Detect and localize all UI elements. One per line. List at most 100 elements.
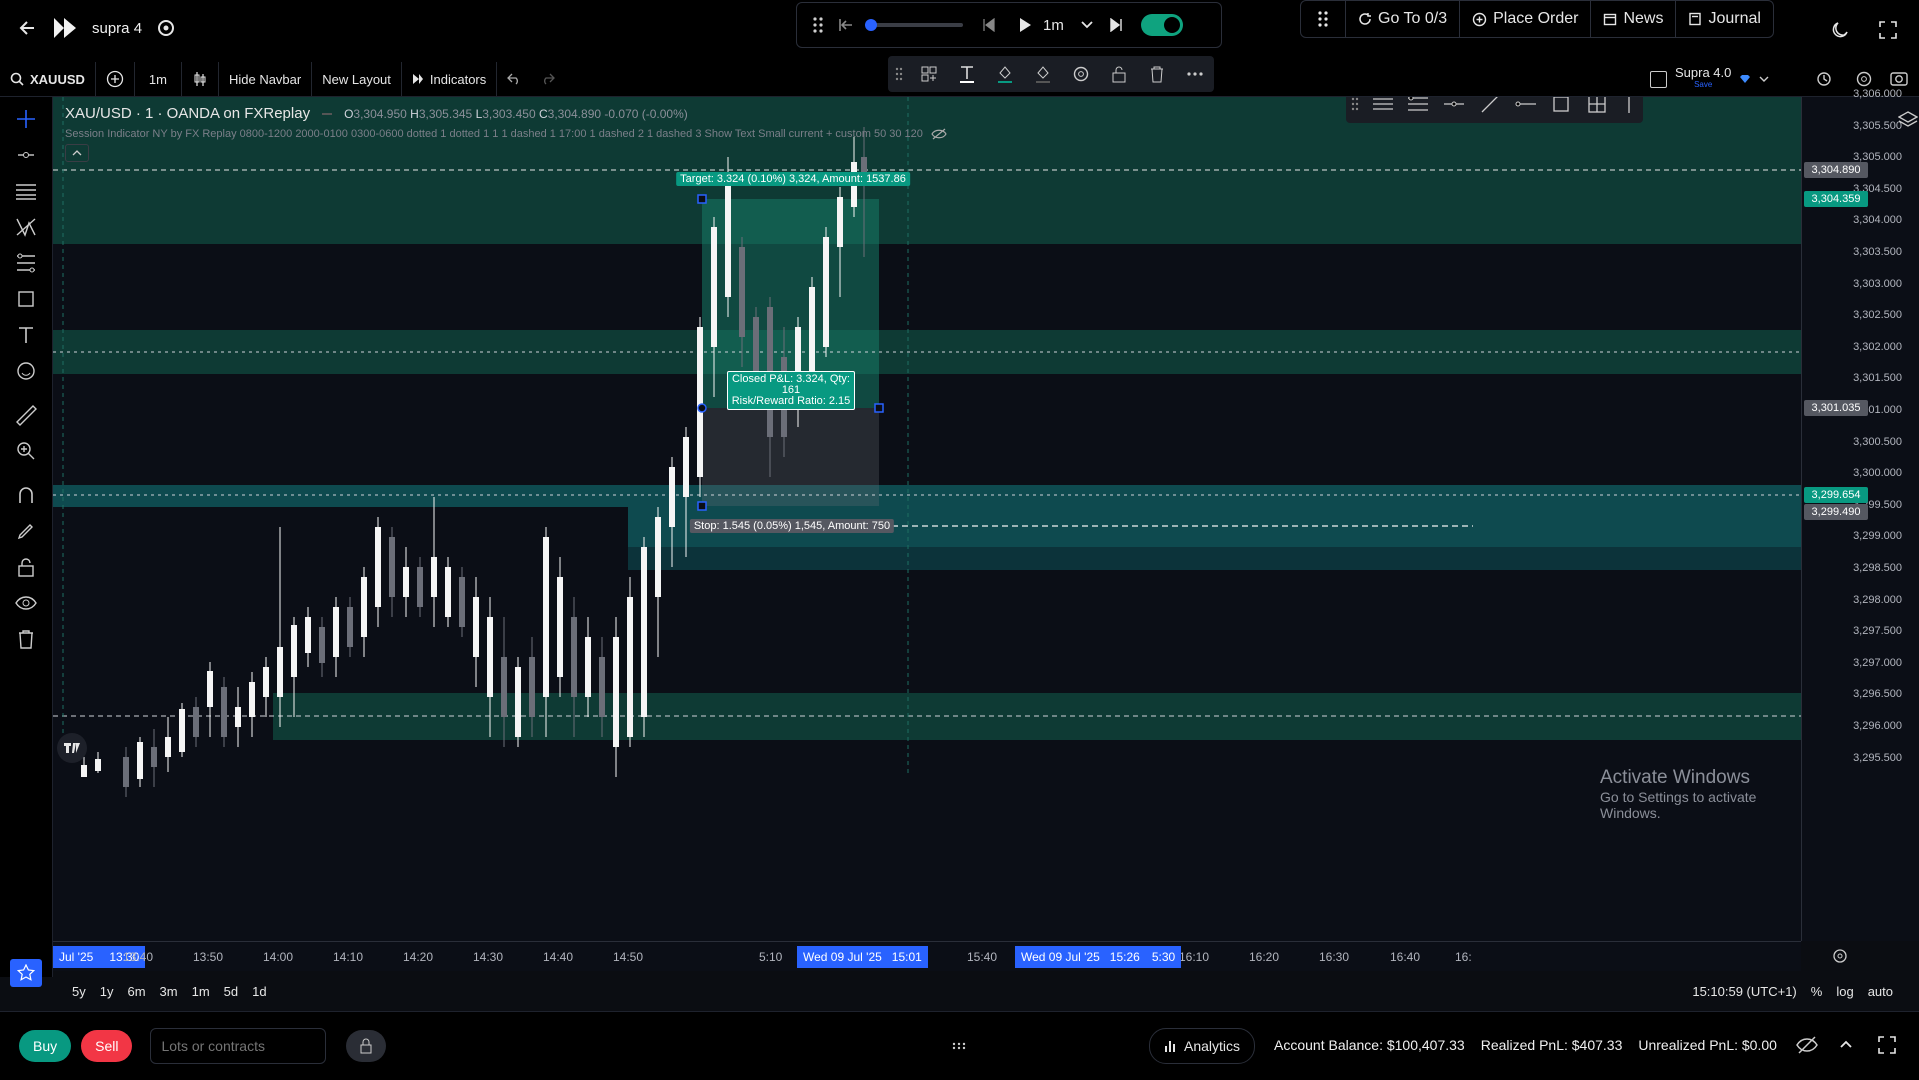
time-axis[interactable]: Jul '25 13:30 13:40 13:50 14:00 14:10 14:20 1… — [53, 941, 1847, 972]
range-button-5y[interactable]: 5y — [65, 984, 93, 999]
apps-grid-icon[interactable] — [1301, 1, 1346, 37]
place-order-button[interactable]: Place Order — [1460, 1, 1592, 37]
emoji-icon[interactable] — [0, 353, 52, 389]
range-button-3m[interactable]: 3m — [153, 984, 185, 999]
redo-icon[interactable] — [531, 62, 565, 96]
add-symbol-icon[interactable] — [96, 62, 135, 96]
clock[interactable]: 15:10:59 (UTC+1) — [1692, 984, 1796, 999]
range-button-6m[interactable]: 6m — [120, 984, 152, 999]
magnet-icon[interactable] — [0, 477, 52, 513]
trend-line-icon[interactable] — [0, 137, 52, 173]
workspace-name[interactable]: supra 4 — [92, 20, 142, 37]
hide-navbar-button[interactable]: Hide Navbar — [219, 62, 313, 96]
jump-start-icon[interactable] — [833, 18, 859, 32]
fib-tool-icon[interactable] — [0, 245, 52, 281]
range-button-1y[interactable]: 1y — [93, 984, 121, 999]
stop-label[interactable]: Stop: 1.545 (0.05%) 1,545, Amount: 750 — [689, 519, 895, 533]
zoom-in-icon[interactable] — [0, 433, 52, 469]
remove-drawings-trash-icon[interactable] — [0, 621, 52, 657]
rectangle-tool-icon[interactable] — [0, 281, 52, 317]
interval-button[interactable]: 1m — [135, 62, 182, 96]
hidden-eye-icon[interactable] — [931, 128, 947, 140]
lock-toggle-icon[interactable] — [346, 1030, 387, 1062]
news-button[interactable]: News — [1591, 1, 1677, 37]
candlestick-plot[interactable] — [53, 97, 1801, 941]
speed-slider[interactable] — [865, 19, 963, 31]
journal-button[interactable]: Journal — [1676, 1, 1772, 37]
analytics-button[interactable]: Analytics — [1149, 1028, 1256, 1064]
indicators-button[interactable]: Indicators — [402, 62, 498, 96]
alerts-icon[interactable] — [1815, 70, 1833, 88]
slider-thumb[interactable] — [865, 19, 877, 31]
percent-toggle[interactable]: % — [1811, 984, 1823, 999]
hide-drawings-eye-icon[interactable] — [0, 585, 52, 621]
crosshair-icon[interactable] — [0, 101, 52, 137]
fill-color-icon[interactable] — [986, 64, 1024, 84]
layers-icon[interactable] — [1898, 111, 1918, 129]
drag-handle-icon[interactable] — [1346, 97, 1365, 111]
log-toggle[interactable]: log — [1836, 984, 1853, 999]
symbol-search[interactable]: XAUUSD — [0, 62, 96, 96]
horizontal-lines-icon[interactable] — [0, 173, 52, 209]
more-icon[interactable] — [1176, 71, 1214, 77]
trash-icon[interactable] — [1138, 65, 1176, 83]
layout-save-label[interactable]: Save — [1694, 79, 1712, 91]
step-forward-icon[interactable] — [1101, 18, 1131, 32]
symbol-title[interactable]: XAU/USD · 1 · OANDA on FXReplay — [65, 105, 310, 122]
fullscreen-icon[interactable] — [1878, 20, 1898, 40]
goto-button[interactable]: Go To 0/3 — [1346, 1, 1461, 37]
collapse-legend-chevron-icon[interactable] — [65, 144, 89, 162]
range-button-5d[interactable]: 5d — [217, 984, 245, 999]
channel-icon[interactable] — [1401, 97, 1437, 113]
lock-drawings-icon[interactable] — [0, 549, 52, 585]
undo-icon[interactable] — [497, 62, 531, 96]
rectangle-icon[interactable] — [1543, 97, 1579, 114]
sell-button[interactable]: Sell — [81, 1030, 133, 1062]
target-label[interactable]: Target: 3.324 (0.10%) 3,324, Amount: 153… — [676, 172, 910, 186]
axis-settings-icon[interactable] — [1832, 948, 1848, 964]
chevron-up-icon[interactable] — [1840, 1040, 1852, 1048]
lots-input[interactable] — [150, 1028, 327, 1064]
layout-checkbox[interactable] — [1650, 70, 1667, 88]
drag-handle-icon[interactable] — [803, 16, 833, 34]
expand-panel-icon[interactable] — [1878, 1036, 1896, 1054]
range-button-1m[interactable]: 1m — [185, 984, 217, 999]
hide-values-eye-icon[interactable] — [1796, 1036, 1818, 1054]
price-chart[interactable]: XAU/USD · 1 · OANDA on FXReplay O3,304.9… — [53, 97, 1801, 941]
grid-box-icon[interactable] — [1579, 97, 1615, 114]
range-button-1d[interactable]: 1d — [245, 984, 273, 999]
back-arrow-icon[interactable] — [18, 18, 38, 38]
replay-timeframe[interactable]: 1m — [1043, 17, 1073, 34]
price-scale[interactable]: 3,306.000 3,305.500 3,305.000 3,304.500 3,30… — [1801, 88, 1919, 941]
favorites-star-icon[interactable] — [10, 959, 42, 987]
replay-toggle[interactable] — [1141, 14, 1183, 36]
vertical-line-icon[interactable] — [1615, 97, 1643, 114]
new-layout-button[interactable]: New Layout — [312, 62, 402, 96]
text-color-icon[interactable] — [948, 64, 986, 84]
lock-icon[interactable] — [1100, 65, 1138, 83]
pnl-box[interactable]: Closed P&L: 3.324, Qty: 161 Risk/Reward … — [727, 371, 855, 410]
text-tool-icon[interactable] — [0, 317, 52, 353]
pattern-tool-icon[interactable] — [0, 209, 52, 245]
horizontal-line-icon[interactable] — [1508, 99, 1544, 109]
indicator-legend[interactable]: Session Indicator NY by FX Replay 0800-1… — [65, 128, 923, 140]
parallel-lines-icon[interactable] — [1365, 97, 1401, 113]
border-color-icon[interactable] — [1024, 64, 1062, 84]
panel-drag-handle-icon[interactable] — [952, 1042, 966, 1050]
layout-selector[interactable]: Supra 4.0 Save — [1650, 62, 1769, 96]
tradingview-logo-icon[interactable] — [57, 733, 87, 763]
horizontal-ray-icon[interactable] — [1436, 99, 1472, 109]
drag-handle-icon[interactable] — [888, 67, 910, 81]
play-icon[interactable] — [1007, 17, 1043, 33]
chevron-down-icon[interactable] — [1073, 21, 1101, 29]
buy-button[interactable]: Buy — [19, 1030, 72, 1062]
dark-mode-moon-icon[interactable] — [1830, 20, 1850, 40]
ruler-icon[interactable] — [0, 397, 52, 433]
settings-icon[interactable] — [1062, 65, 1100, 83]
step-back-icon[interactable] — [971, 18, 1007, 32]
chart-settings-icon[interactable] — [1855, 70, 1873, 88]
settings-gear-icon[interactable] — [156, 18, 176, 38]
stay-drawing-icon[interactable] — [0, 513, 52, 549]
candles-style-icon[interactable] — [182, 62, 219, 96]
trend-line-tool-icon[interactable] — [1472, 97, 1508, 114]
